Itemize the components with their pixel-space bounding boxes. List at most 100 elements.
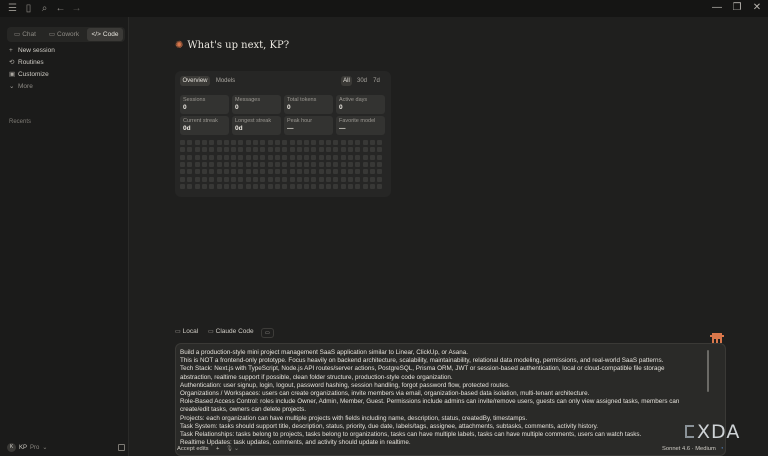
heatmap-cell [274,176,280,182]
sidebar-item-routines[interactable]: ⟲ Routines [9,58,44,68]
heatmap-cell [209,140,215,145]
heatmap-cell [304,183,310,189]
permission-mode-button[interactable]: Accept edits [177,445,209,453]
mode-cowork-button[interactable]: ▭ Cowork [43,28,85,41]
heatmap-cell [333,176,339,182]
heatmap-cell [267,140,273,145]
main-area: ✺ What's up next, KP? Overview Models All… [130,17,768,456]
loading-spinner-icon: ◔ [720,446,724,452]
mode-code-button[interactable]: </> Code [87,28,123,41]
chevron-down-icon[interactable]: ⌄ [234,445,239,453]
heatmap-cell [282,154,288,160]
scrollbar[interactable] [707,350,709,392]
heatmap-cell [231,169,237,175]
sidebar-item-customize[interactable]: ▣ Customize [9,70,49,80]
mode-chat-button[interactable]: ▭ Chat [9,28,41,41]
heatmap-cell [377,147,383,153]
activity-heatmap [180,140,386,192]
heatmap-cell [216,183,222,189]
heatmap-cell [260,147,266,153]
cowork-icon: ▭ [48,31,56,38]
heatmap-cell [311,140,317,145]
heatmap-cell [260,161,266,167]
heatmap-cell [253,183,258,189]
heatmap-cell [194,147,200,153]
heatmap-cell [238,161,244,167]
heatmap-cell [267,161,273,167]
heatmap-cell [216,154,222,160]
stat-card-favorite-model: Favorite model — [336,116,385,135]
heatmap-cell [282,140,288,145]
heatmap-cell [201,176,207,182]
heatmap-cell [238,176,244,182]
prompt-text[interactable]: Build a production-style mini project ma… [180,349,705,447]
heatmap-cell [223,183,229,189]
heatmap-cell [296,154,302,160]
heatmap-cell [333,140,339,145]
heatmap-cell [347,140,353,145]
heatmap-cell [216,140,222,145]
plan-badge: Pro [30,445,40,452]
prompt-input[interactable]: Build a production-style mini project ma… [175,343,726,456]
open-folder-button[interactable]: ▭ [261,328,274,338]
forward-arrow-icon[interactable]: → [71,3,82,14]
restore-icon[interactable]: ❐ [730,2,744,14]
range-7d[interactable]: 7d [371,76,382,86]
heatmap-cell [369,176,375,182]
heatmap-cell [355,169,361,175]
sidebar-item-more[interactable]: ⌄ More [9,82,33,92]
heatmap-cell [180,147,185,153]
heatmap-cell [326,140,331,145]
heatmap-cell [304,169,310,175]
heatmap-cell [245,147,251,153]
chevron-down-icon: ⌄ [42,445,48,452]
heatmap-cell [201,161,207,167]
heatmap-cell [355,161,361,167]
heatmap-cell [245,140,251,145]
heatmap-cell [289,147,295,153]
range-30d[interactable]: 30d [355,76,369,86]
heatmap-cell [333,169,339,175]
heatmap-cell [311,183,317,189]
heatmap-cell [304,176,310,182]
range-all[interactable]: All [341,76,352,86]
tab-models[interactable]: Models [213,76,238,86]
heatmap-cell [245,161,251,167]
heatmap-cell [187,154,193,160]
prompt-line: Organizations / Workspaces: users can cr… [180,390,590,398]
composer-toolbar: Accept edits + 🎙︎ ⌄ Sonnet 4.6 · Medium … [175,445,726,453]
heatmap-cell [369,147,375,153]
stat-card-active-days: Active days 0 [336,95,385,114]
heatmap-cell [355,147,361,153]
heatmap-cell [180,154,185,160]
location-selector[interactable]: ▭ Local [175,327,198,337]
plus-icon: + [9,47,13,54]
heatmap-cell [209,169,215,175]
heatmap-cell [187,140,193,145]
back-arrow-icon[interactable]: ← [55,3,66,14]
minimize-icon[interactable]: — [710,2,724,14]
microphone-icon[interactable]: 🎙︎ [226,445,233,453]
folder-icon: ▭ [265,330,270,336]
model-selector[interactable]: Sonnet 4.6 · Medium [662,445,716,453]
heatmap-cell [318,161,324,167]
close-icon[interactable]: ✕ [750,2,764,14]
add-attachment-button[interactable]: + [216,445,219,453]
heatmap-cell [231,176,237,182]
heatmap-cell [201,140,207,145]
user-menu[interactable]: K KP Pro ⌄ [7,443,47,453]
menu-icon[interactable]: ☰ [7,3,18,14]
sidebar-item-new-session[interactable]: + New session [9,46,55,56]
heatmap-cell [187,147,193,153]
stat-card-peak-hour: Peak hour — [284,116,333,135]
sidebar-toggle-icon[interactable]: ▯ [23,3,34,14]
heatmap-cell [347,183,353,189]
panel-layout-icon[interactable] [118,444,125,451]
heatmap-cell [187,183,193,189]
tab-overview[interactable]: Overview [180,76,210,86]
heatmap-cell [253,140,258,145]
project-selector[interactable]: ▭ Claude Code [208,327,254,337]
heatmap-cell [296,161,302,167]
heatmap-cell [333,183,339,189]
search-icon[interactable]: ⌕ [39,3,50,14]
